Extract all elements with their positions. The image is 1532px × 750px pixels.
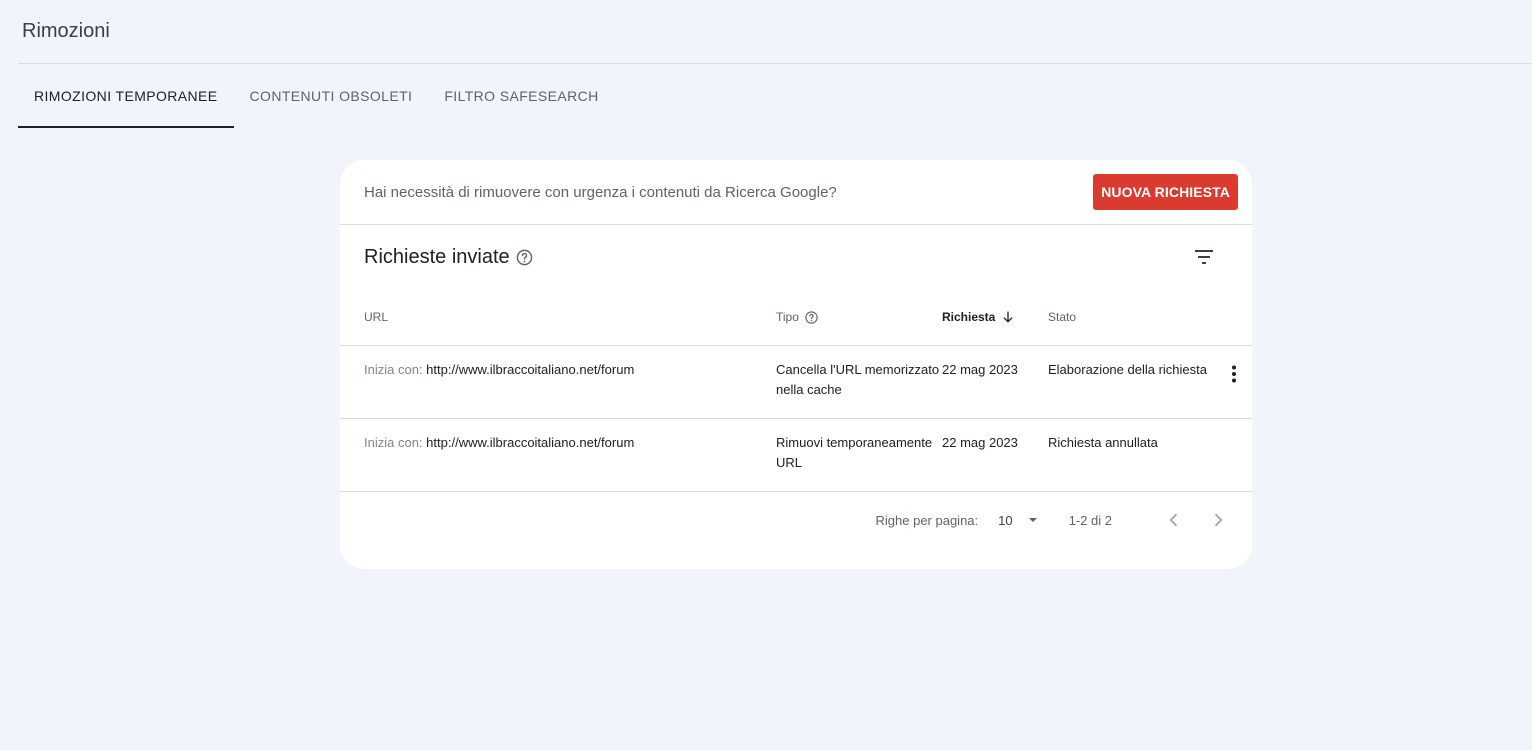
rows-per-page-value: 10	[998, 512, 1013, 528]
requests-card: Hai necessità di rimuovere con urgenza i…	[340, 160, 1252, 569]
pagination-range: 1-2 di 2	[1068, 512, 1112, 528]
chevron-right-icon	[1208, 510, 1228, 530]
section-title: Richieste inviate	[364, 245, 510, 268]
table-row[interactable]: Inizia con: http://www.ilbraccoitaliano.…	[340, 345, 1252, 419]
chevron-left-icon	[1164, 510, 1184, 530]
tabs-bar: RIMOZIONI TEMPORANEE CONTENUTI OBSOLETI …	[18, 64, 615, 128]
row-date: 22 mag 2023	[942, 418, 1048, 492]
urgent-removal-banner: Hai necessità di rimuovere con urgenza i…	[340, 160, 1252, 225]
url-prefix: Inizia con:	[364, 435, 423, 450]
row-url-cell: Inizia con: http://www.ilbraccoitaliano.…	[340, 418, 776, 492]
new-request-button[interactable]: NUOVA RICHIESTA	[1093, 174, 1238, 210]
sort-arrow-down-icon	[1000, 309, 1016, 325]
previous-page-button[interactable]	[1162, 508, 1186, 532]
table-row[interactable]: Inizia con: http://www.ilbraccoitaliano.…	[340, 418, 1252, 492]
column-header-date[interactable]: Richiesta	[942, 289, 1048, 346]
column-header-date-label: Richiesta	[942, 310, 996, 324]
tab-filtro-safesearch[interactable]: FILTRO SAFESEARCH	[428, 64, 614, 128]
pagination: Righe per pagina: 10 1-2 di 2	[340, 492, 1252, 548]
url-prefix: Inizia con:	[364, 362, 423, 377]
tab-rimozioni-temporanee[interactable]: RIMOZIONI TEMPORANEE	[18, 64, 234, 128]
column-header-state: Stato	[1048, 289, 1208, 346]
more-vert-icon[interactable]	[1222, 362, 1246, 386]
next-page-button[interactable]	[1206, 508, 1230, 532]
row-url: http://www.ilbraccoitaliano.net/forum	[426, 435, 635, 450]
row-state: Richiesta annullata	[1048, 418, 1208, 492]
type-help-icon[interactable]	[804, 310, 819, 325]
table-header-row: URL Tipo Richiesta Stato	[340, 289, 1252, 346]
column-header-type-label: Tipo	[776, 310, 799, 324]
filter-icon[interactable]	[1192, 245, 1216, 269]
row-date: 22 mag 2023	[942, 345, 1048, 419]
banner-text: Hai necessità di rimuovere con urgenza i…	[364, 183, 837, 201]
row-state: Elaborazione della richiesta	[1048, 345, 1208, 419]
row-url-cell: Inizia con: http://www.ilbraccoitaliano.…	[340, 345, 776, 419]
row-type: Rimuovi temporaneamente URL	[776, 418, 942, 492]
column-header-url: URL	[340, 289, 776, 346]
help-icon[interactable]	[515, 248, 534, 267]
page-title: Rimozioni	[22, 20, 110, 42]
row-url: http://www.ilbraccoitaliano.net/forum	[426, 362, 635, 377]
rows-per-page-label: Righe per pagina:	[875, 512, 979, 528]
tab-contenuti-obsoleti[interactable]: CONTENUTI OBSOLETI	[234, 64, 429, 128]
row-actions-cell	[1208, 345, 1252, 419]
column-header-actions	[1208, 289, 1252, 346]
requests-table: URL Tipo Richiesta Stato Inizia con: htt…	[340, 289, 1252, 492]
section-title-wrap: Richieste inviate	[364, 246, 534, 269]
rows-per-page-select[interactable]: 10	[998, 513, 1038, 528]
row-actions-cell	[1208, 418, 1252, 492]
row-type: Cancella l'URL memorizzato nella cache	[776, 345, 942, 419]
section-header: Richieste inviate	[340, 225, 1252, 289]
column-header-type: Tipo	[776, 289, 942, 346]
dropdown-arrow-icon	[1027, 514, 1039, 526]
